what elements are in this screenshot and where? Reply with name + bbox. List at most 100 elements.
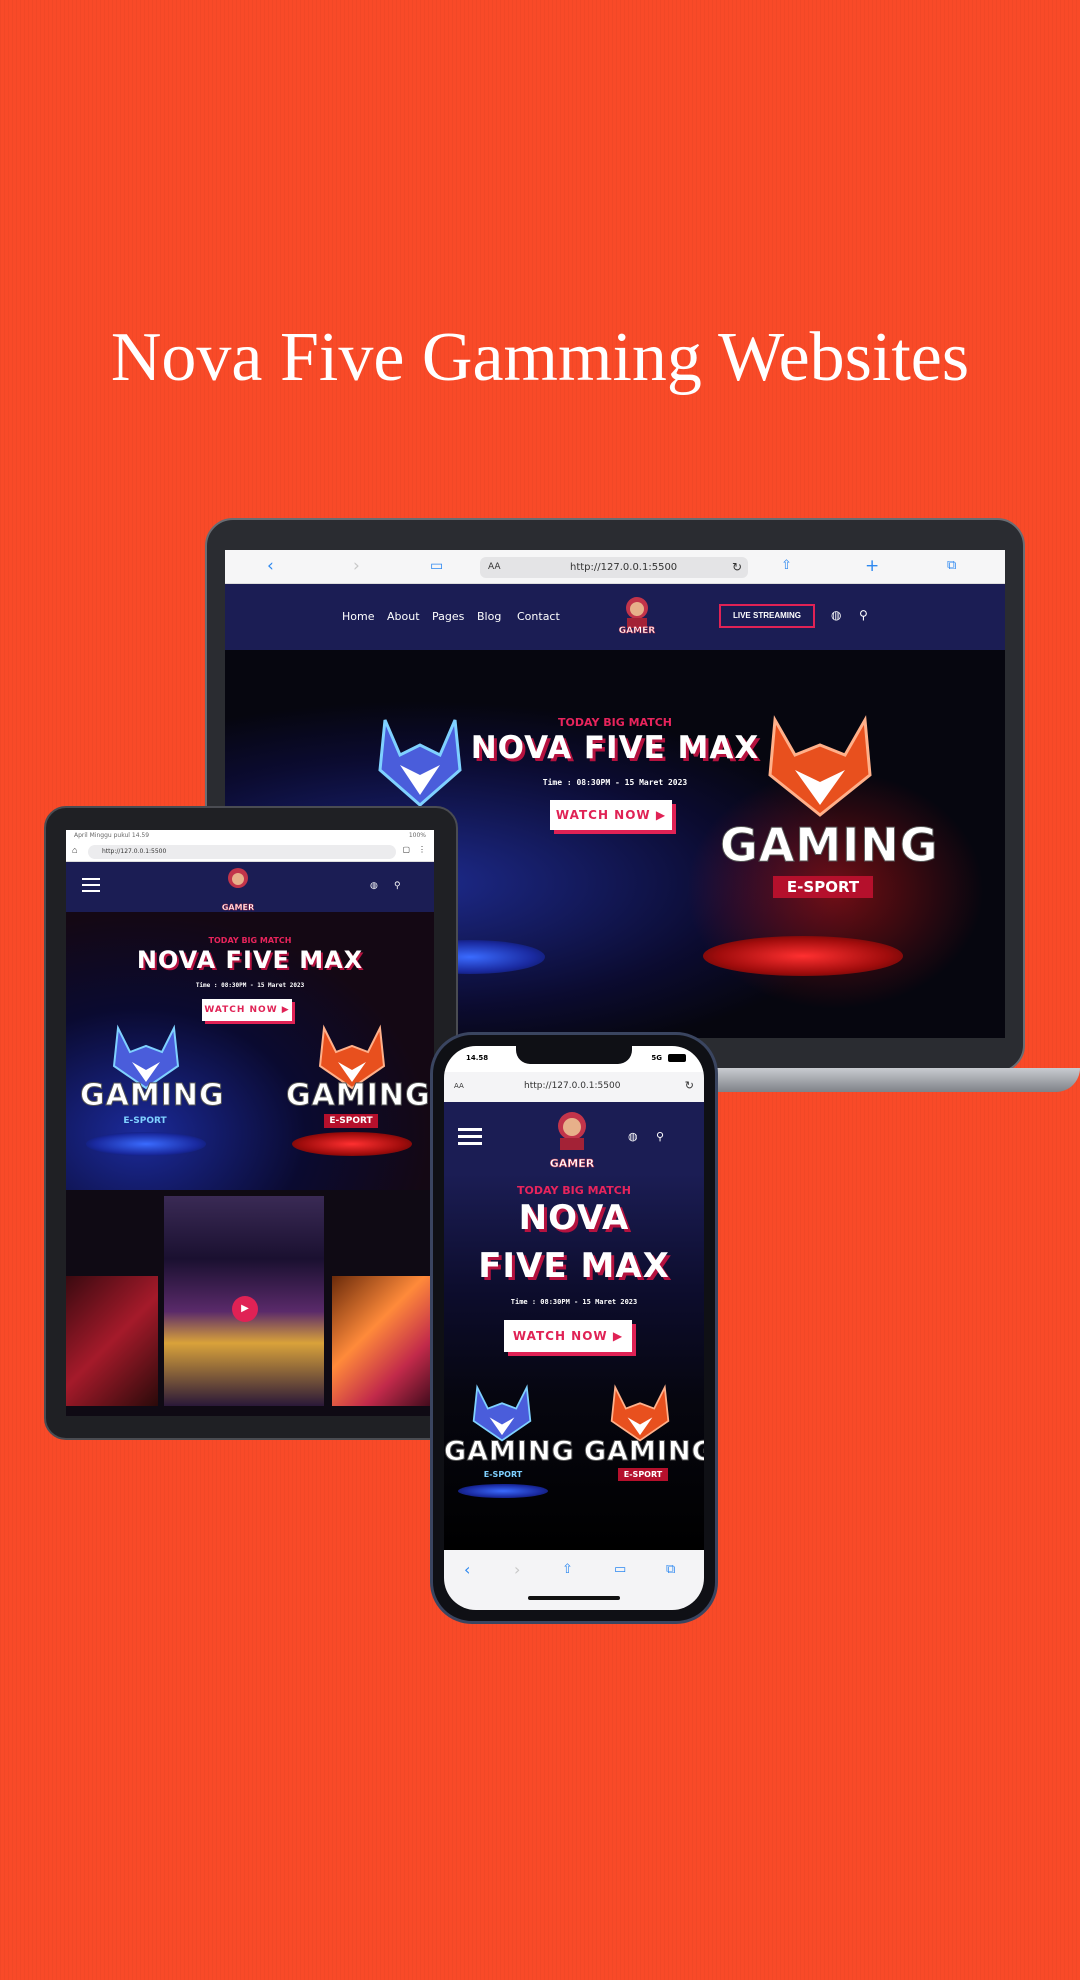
nav-link-about[interactable]: About (387, 610, 420, 623)
esport-badge-text-2: E-SPORT (324, 1114, 378, 1128)
live-streaming-button[interactable]: LIVE STREAMING (719, 604, 815, 628)
page-headline: Nova Five Gamming Websites (110, 319, 970, 396)
tablet-battery: 100% (408, 832, 426, 839)
hamburger-icon[interactable] (82, 878, 100, 896)
logo-text: GAMER (221, 903, 255, 912)
tablet-hero: TODAY BIG MATCH NOVA FIVE MAX Time : 08:… (66, 912, 434, 1190)
reload-icon[interactable]: ↻ (685, 1079, 694, 1092)
esport-badge-text-2: E-SPORT (618, 1468, 668, 1481)
watch-now-button[interactable]: WATCH NOW ▶ (202, 999, 292, 1021)
red-pedestal (292, 1132, 412, 1156)
play-icon: ▶ (281, 1005, 290, 1015)
watch-now-button[interactable]: WATCH NOW ▶ (550, 800, 672, 830)
play-video-button[interactable]: ▶ (232, 1296, 258, 1322)
gamer-logo[interactable]: GAMER (544, 1106, 600, 1170)
url-text: http://127.0.0.1:5500 (570, 562, 678, 573)
play-icon: ▶ (612, 1329, 624, 1343)
nav-link-blog[interactable]: Blog (477, 610, 501, 623)
globe-icon[interactable]: ◍ (370, 880, 378, 891)
hero-subtitle: TODAY BIG MATCH (517, 1184, 631, 1197)
site-navbar: Home About Pages Blog Contact GAMER LIVE… (225, 584, 1005, 650)
phone-time: 14.58 (466, 1054, 489, 1062)
forward-icon[interactable]: › (514, 1560, 520, 1579)
hero-time: Time : 08:30PM - 15 Maret 2023 (195, 982, 305, 989)
url-text: http://127.0.0.1:5500 (524, 1081, 621, 1091)
phone-network: 5G (651, 1054, 662, 1062)
hero-title-line2: FIVE MAX (478, 1246, 670, 1286)
blue-wolf-mascot (472, 1384, 532, 1442)
gaming-badge-text-2: GAMING (584, 1436, 705, 1468)
tablet-url-field[interactable]: http://127.0.0.1:5500 (88, 845, 396, 859)
logo-text: GAMER (618, 626, 656, 637)
tablet-screen: April Minggu pukul 14.59 100% ⌂ http://1… (66, 830, 434, 1416)
share-icon[interactable]: ⇧ (562, 1562, 573, 1577)
bookmarks-icon[interactable]: ▭ (430, 558, 443, 574)
hero-subtitle: TODAY BIG MATCH (558, 716, 672, 729)
phone-screen: 14.58 5G AA http://127.0.0.1:5500 ↻ GAME… (444, 1046, 704, 1610)
tabs-icon[interactable]: ▢ (402, 845, 410, 854)
phone-address-bar[interactable]: AA http://127.0.0.1:5500 ↻ (444, 1072, 704, 1102)
tablet-navbar: GAMER ◍ ⚲ (66, 862, 434, 912)
play-icon: ▶ (655, 808, 667, 822)
phone-hero: TODAY BIG MATCH NOVA FIVE MAX Time : 08:… (444, 1174, 704, 1550)
home-indicator (528, 1596, 620, 1600)
text-size-button[interactable]: AA (454, 1082, 464, 1090)
red-pedestal (703, 936, 903, 976)
bookmarks-icon[interactable]: ▭ (614, 1562, 626, 1577)
hero-time: Time : 08:30PM - 15 Maret 2023 (542, 778, 688, 787)
red-fox-mascot (610, 1384, 670, 1442)
text-size-button[interactable]: AA (488, 557, 501, 578)
hamburger-icon[interactable] (458, 1128, 482, 1149)
esport-badge-text: E-SPORT (773, 876, 873, 898)
back-icon[interactable]: ‹ (464, 1560, 470, 1579)
tablet-status-time: April Minggu pukul 14.59 (74, 832, 150, 839)
more-icon[interactable]: ⋮ (418, 845, 426, 854)
gaming-badge-text: GAMING (80, 1078, 225, 1114)
battery-icon (668, 1054, 686, 1062)
new-tab-icon[interactable]: + (865, 556, 879, 576)
share-icon[interactable]: ⇧ (781, 558, 792, 573)
tablet-address-bar: ⌂ http://127.0.0.1:5500 ▢ ⋮ (66, 842, 434, 862)
logo-text: GAMER (549, 1157, 595, 1171)
home-icon[interactable]: ⌂ (72, 845, 77, 855)
globe-icon[interactable]: ◍ (831, 608, 841, 622)
gallery-image-left[interactable] (66, 1276, 158, 1406)
phone-notch (516, 1046, 632, 1064)
tablet-status-bar: April Minggu pukul 14.59 100% (66, 830, 434, 842)
watch-now-label: WATCH NOW (204, 1005, 278, 1015)
search-icon[interactable]: ⚲ (656, 1130, 664, 1143)
phone-navbar: GAMER ◍ ⚲ (444, 1102, 704, 1174)
nav-link-home[interactable]: Home (342, 610, 374, 623)
gamer-logo[interactable]: GAMER (218, 864, 258, 912)
search-icon[interactable]: ⚲ (859, 608, 868, 622)
globe-icon[interactable]: ◍ (628, 1130, 638, 1143)
gaming-badge-text: GAMING (444, 1436, 575, 1468)
watch-now-label: WATCH NOW (555, 808, 651, 822)
phone-safari-toolbar: ‹ › ⇧ ▭ ⧉ (444, 1550, 704, 1610)
back-icon[interactable]: ‹ (267, 556, 274, 576)
hero-time: Time : 08:30PM - 15 Maret 2023 (510, 1298, 638, 1306)
gamer-logo[interactable]: GAMER (615, 592, 659, 642)
esport-badge-text: E-SPORT (123, 1116, 167, 1126)
blue-pedestal (86, 1132, 206, 1156)
reload-icon[interactable]: ↻ (732, 557, 742, 578)
tablet-gallery: ▶ (66, 1190, 434, 1416)
hero-title-line1: NOVA (518, 1198, 630, 1238)
tabs-icon[interactable]: ⧉ (666, 1562, 675, 1577)
nav-link-contact[interactable]: Contact (517, 610, 560, 623)
address-bar[interactable]: AA http://127.0.0.1:5500 ↻ (480, 557, 748, 578)
tabs-icon[interactable]: ⧉ (947, 558, 956, 573)
forward-icon[interactable]: › (353, 556, 360, 576)
nav-link-pages[interactable]: Pages (432, 610, 464, 623)
gaming-badge-text-2: GAMING (286, 1078, 431, 1114)
search-icon[interactable]: ⚲ (394, 880, 401, 891)
esport-badge-text: E-SPORT (483, 1470, 523, 1479)
watch-now-button[interactable]: WATCH NOW ▶ (504, 1320, 632, 1352)
gallery-image-right[interactable] (332, 1276, 434, 1406)
gaming-badge-text: GAMING (720, 818, 939, 873)
watch-now-label: WATCH NOW (512, 1329, 608, 1343)
hero-subtitle: TODAY BIG MATCH (208, 936, 292, 945)
blue-pedestal (458, 1484, 548, 1498)
safari-toolbar: ‹ › ▭ AA http://127.0.0.1:5500 ↻ ⇧ + ⧉ (225, 550, 1005, 584)
hero-title: NOVA FIVE MAX (470, 730, 760, 766)
